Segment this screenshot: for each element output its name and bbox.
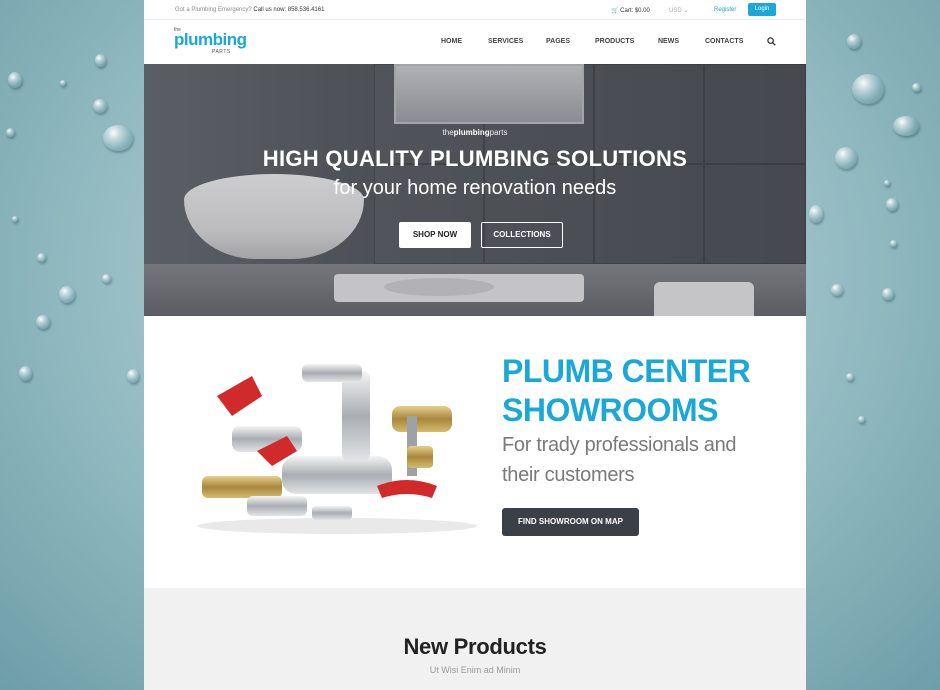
search-icon[interactable]: [767, 37, 776, 46]
collections-button[interactable]: COLLECTIONS: [481, 222, 563, 248]
new-products-section: New Products Ut Wisi Enim ad Minim: [144, 588, 806, 690]
showrooms-subtitle-line2: their customers: [502, 464, 635, 486]
login-button[interactable]: Login: [748, 3, 776, 16]
hero-banner: theplumbingparts HIGH QUALITY PLUMBING S…: [144, 64, 806, 316]
nav-news[interactable]: NEWS: [658, 38, 679, 45]
logo-parts: PARTS: [212, 49, 231, 55]
hero-subtitle: for your home renovation needs: [333, 177, 617, 199]
showrooms-section: PLUMB CENTER SHOWROOMS For trady profess…: [144, 316, 806, 588]
top-bar: Got a Plumbing Emergency? Call us now: 8…: [144, 0, 806, 20]
showrooms-subtitle-line1: For trady professionals and: [502, 434, 737, 456]
currency-value: USD: [669, 8, 682, 14]
showrooms-subtitle: For trady professionals and their custom…: [502, 430, 737, 490]
main-header: the plumbing PARTS HOME SERVICES PAGES P…: [144, 21, 806, 64]
nav-home[interactable]: HOME: [441, 38, 462, 45]
nav-contacts[interactable]: CONTACTS: [705, 38, 743, 45]
showrooms-title: PLUMB CENTER SHOWROOMS: [502, 352, 751, 430]
register-link[interactable]: Register: [714, 7, 736, 13]
website-frame: Got a Plumbing Emergency? Call us now: 8…: [144, 0, 806, 690]
shop-now-button[interactable]: SHOP NOW: [399, 222, 471, 248]
emergency-text: Got a Plumbing Emergency?: [175, 7, 252, 13]
cart-link[interactable]: 🛒 Cart: $0.00: [611, 7, 650, 14]
new-products-subtitle: Ut Wisi Enim ad Minim: [429, 665, 521, 675]
cart-icon: 🛒: [611, 8, 619, 14]
nav-products[interactable]: PRODUCTS: [595, 38, 634, 45]
plumbing-valves-image: [197, 364, 477, 534]
chevron-down-icon: ⌄: [683, 8, 689, 14]
showrooms-title-line2: SHOWROOMS: [502, 392, 718, 428]
hero-brand: theplumbingparts: [442, 128, 508, 137]
nav-pages[interactable]: PAGES: [546, 38, 570, 45]
cart-total: Cart: $0.00: [620, 8, 650, 14]
currency-selector[interactable]: USD ⌄: [669, 7, 688, 14]
call-number[interactable]: Call us now: 858.536.4161: [253, 7, 324, 13]
logo-word: plumbing: [174, 30, 247, 49]
find-showroom-button[interactable]: FIND SHOWROOM ON MAP: [502, 508, 639, 536]
hero-title: HIGH QUALITY PLUMBING SOLUTIONS: [262, 146, 688, 171]
new-products-title: New Products: [403, 634, 547, 659]
nav-services[interactable]: SERVICES: [488, 38, 523, 45]
emergency-notice: Got a Plumbing Emergency? Call us now: 8…: [175, 7, 324, 13]
showrooms-title-line1: PLUMB CENTER: [502, 353, 751, 389]
